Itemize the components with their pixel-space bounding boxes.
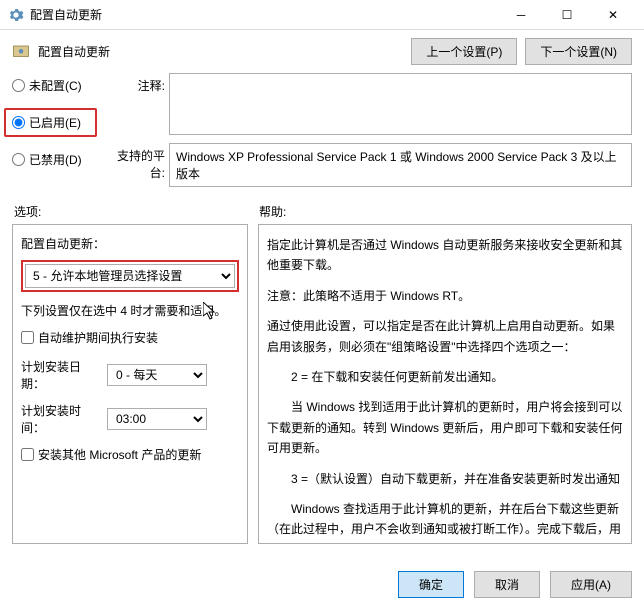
config-select-highlight: 5 - 允许本地管理员选择设置 [21, 260, 239, 292]
settings-icon [12, 43, 30, 61]
radio-enabled[interactable]: 已启用(E) [4, 108, 97, 137]
help-text: 当 Windows 找到适用于此计算机的更新时，用户将会接到可以下载更新的通知。… [267, 397, 623, 458]
radio-enabled-input[interactable] [12, 116, 25, 129]
titlebar: 配置自动更新 ─ ☐ ✕ [0, 0, 644, 30]
ok-button[interactable]: 确定 [398, 571, 464, 598]
radio-not-configured[interactable]: 未配置(C) [12, 77, 97, 94]
settings-icon [8, 7, 24, 23]
sched-day-select[interactable]: 0 - 每天 [107, 364, 207, 386]
radio-label: 未配置(C) [29, 77, 82, 94]
platform-text: Windows XP Professional Service Pack 1 或… [169, 143, 632, 187]
radio-not-configured-input[interactable] [12, 79, 25, 92]
platform-label: 支持的平台: [109, 143, 169, 187]
minimize-button[interactable]: ─ [498, 0, 544, 30]
radio-disabled-input[interactable] [12, 153, 25, 166]
help-text: 3 =（默认设置）自动下载更新，并在准备安装更新时发出通知 [267, 469, 623, 489]
header: 配置自动更新 上一个设置(P) 下一个设置(N) [0, 30, 644, 73]
help-text: 2 = 在下载和安装任何更新前发出通知。 [267, 367, 623, 387]
radio-label: 已启用(E) [29, 114, 81, 131]
help-section-label: 帮助: [259, 203, 286, 220]
install-other-checkbox[interactable] [21, 448, 34, 461]
help-text: 通过使用此设置，可以指定是否在此计算机上启用自动更新。如果启用该服务，则必须在"… [267, 316, 623, 357]
radio-label: 已禁用(D) [29, 151, 82, 168]
comment-textarea[interactable] [169, 73, 632, 135]
config-update-label: 配置自动更新： [21, 235, 239, 252]
state-radio-group: 未配置(C) 已启用(E) 已禁用(D) [12, 73, 97, 195]
maximize-button[interactable]: ☐ [544, 0, 590, 30]
help-panel[interactable]: 指定此计算机是否通过 Windows 自动更新服务来接收安全更新和其他重要下载。… [258, 224, 632, 544]
close-button[interactable]: ✕ [590, 0, 636, 30]
options-section-label: 选项: [14, 203, 259, 220]
help-text: 注意：此策略不适用于 Windows RT。 [267, 286, 623, 306]
options-note: 下列设置仅在选中 4 时才需要和适用。 [21, 302, 239, 319]
next-setting-button[interactable]: 下一个设置(N) [525, 38, 632, 65]
install-other-checkbox-row[interactable]: 安装其他 Microsoft 产品的更新 [21, 446, 239, 463]
sched-time-select[interactable]: 03:00 [107, 408, 207, 430]
options-panel: 配置自动更新： 5 - 允许本地管理员选择设置 下列设置仅在选中 4 时才需要和… [12, 224, 248, 544]
help-text: 指定此计算机是否通过 Windows 自动更新服务来接收安全更新和其他重要下载。 [267, 235, 623, 276]
cancel-button[interactable]: 取消 [474, 571, 540, 598]
auto-maintenance-checkbox-row[interactable]: 自动维护期间执行安装 [21, 329, 239, 346]
apply-button[interactable]: 应用(A) [550, 571, 632, 598]
checkbox-label: 自动维护期间执行安装 [38, 329, 158, 346]
cursor-icon [203, 302, 217, 323]
header-title: 配置自动更新 [38, 43, 403, 60]
prev-setting-button[interactable]: 上一个设置(P) [411, 38, 517, 65]
checkbox-label: 安装其他 Microsoft 产品的更新 [38, 446, 201, 463]
footer-buttons: 确定 取消 应用(A) [398, 571, 632, 598]
config-update-select[interactable]: 5 - 允许本地管理员选择设置 [25, 264, 235, 288]
sched-time-label: 计划安装时间： [21, 402, 99, 436]
window-title: 配置自动更新 [30, 6, 498, 23]
auto-maintenance-checkbox[interactable] [21, 331, 34, 344]
sched-day-label: 计划安装日期： [21, 358, 99, 392]
radio-disabled[interactable]: 已禁用(D) [12, 151, 97, 168]
comment-label: 注释: [109, 73, 169, 135]
help-text: Windows 查找适用于此计算机的更新，并在后台下载这些更新（在此过程中，用户… [267, 499, 623, 544]
